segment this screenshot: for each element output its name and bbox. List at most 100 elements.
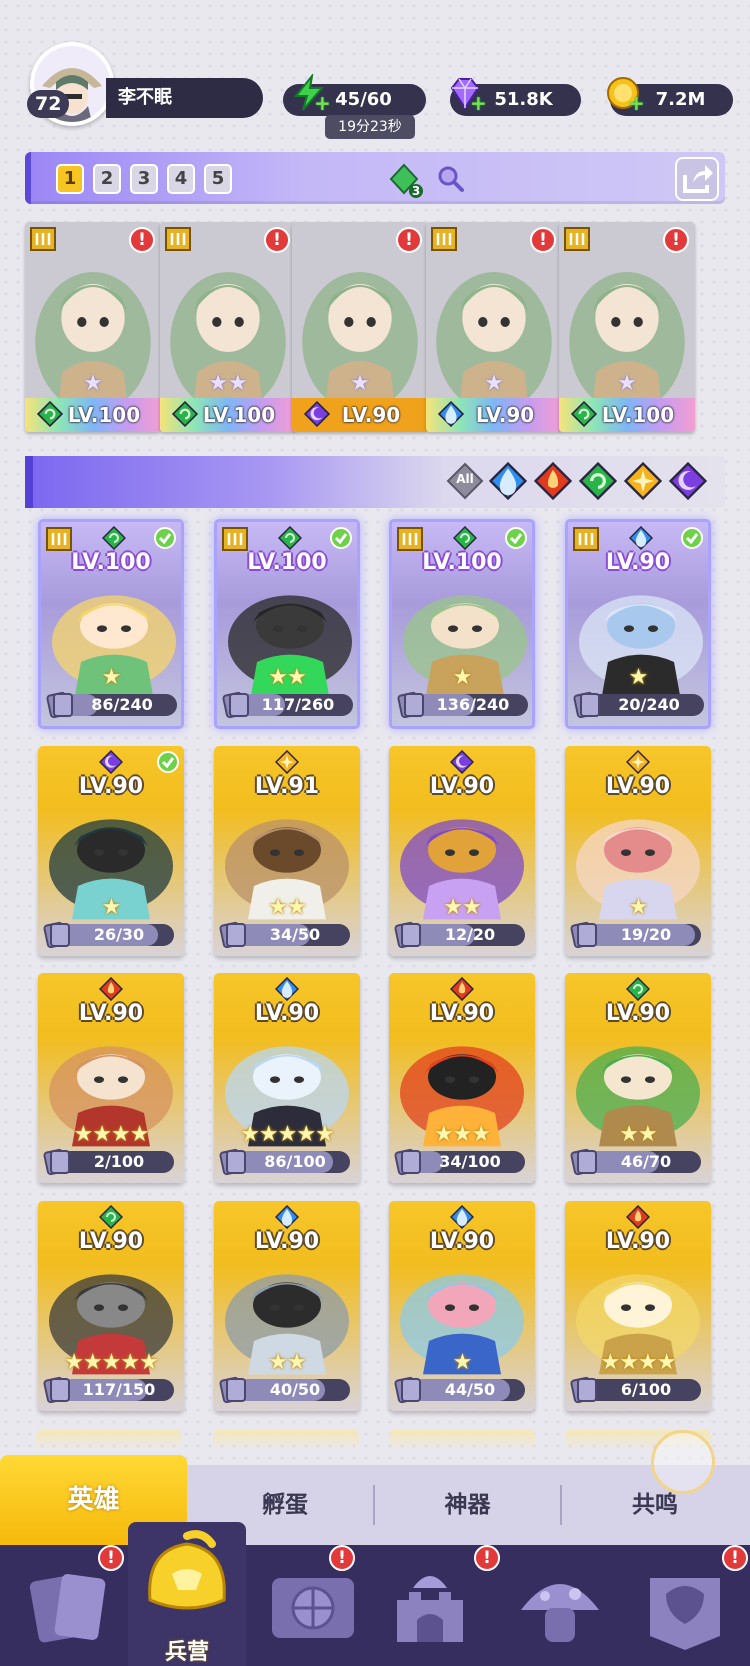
tier-badge-icon <box>571 525 601 553</box>
star-rating: ★★★★ <box>73 1122 150 1147</box>
hero-level: LV.90 <box>605 774 671 799</box>
gem-plus-icon[interactable]: + <box>470 93 487 113</box>
nav-atlas-button[interactable] <box>258 1558 368 1658</box>
shard-card-icon <box>43 1147 71 1177</box>
star-rating: ★★ <box>619 1122 657 1147</box>
wind-element-icon <box>36 400 64 428</box>
hero-card[interactable]: LV.90 ★★★ 34/100 <box>389 973 535 1183</box>
hero-card[interactable]: LV.91 ★★ 34/50 <box>214 746 360 956</box>
alert-icon: ! <box>264 227 290 253</box>
team-slot-3[interactable]: ! ★ LV.90 <box>292 222 428 432</box>
shard-card-icon <box>219 1375 247 1405</box>
dark-element-icon <box>303 400 331 428</box>
alert-icon: ! <box>530 227 556 253</box>
shard-card-icon <box>222 690 250 720</box>
team-tab-4[interactable]: 4 <box>167 164 195 194</box>
hero-card[interactable]: LV.90 ★ 19/20 <box>565 746 711 956</box>
shard-card-icon <box>43 920 71 950</box>
hero-card[interactable]: LV.100 ★★ 117/260 <box>214 519 360 729</box>
energy-bolt-icon[interactable]: + <box>290 72 331 113</box>
team-gem-count: 3 <box>409 184 423 198</box>
in-team-check-icon <box>154 527 176 549</box>
shard-card-icon <box>219 920 247 950</box>
shard-card-icon <box>46 690 74 720</box>
team-tab-5[interactable]: 5 <box>204 164 232 194</box>
nav-guild-button[interactable] <box>630 1558 740 1658</box>
purple-gem-icon[interactable]: + <box>446 74 487 113</box>
star-rating: ★ <box>83 371 103 396</box>
hero-card[interactable]: LV.90 ★ 44/50 <box>389 1201 535 1411</box>
barracks-helmet-icon <box>148 1530 226 1610</box>
filter-dark-icon[interactable] <box>668 461 708 501</box>
wind-element-icon <box>277 525 303 551</box>
tier-badge-icon <box>44 525 74 553</box>
energy-plus-icon[interactable]: + <box>314 93 331 113</box>
nav-cards-button[interactable] <box>14 1558 124 1658</box>
filter-fire-icon[interactable] <box>533 461 573 501</box>
filter-wind-icon[interactable] <box>578 461 618 501</box>
hero-card[interactable]: LV.100 ★ 86/240 <box>38 519 184 729</box>
player-name: 李不眠 <box>106 78 263 118</box>
team-gem-icon[interactable]: 3 <box>387 162 423 198</box>
filter-all-button[interactable]: All <box>446 462 484 500</box>
star-rating: ★ <box>628 895 649 920</box>
hero-level: LV.90 <box>78 1001 144 1026</box>
team-tab-2[interactable]: 2 <box>93 164 121 194</box>
nav-mushroom-button[interactable] <box>505 1558 615 1658</box>
gold-coin-icon[interactable]: + <box>604 74 645 113</box>
hero-level: LV.90 <box>429 774 495 799</box>
light-element-icon <box>625 749 651 775</box>
filter-light-icon[interactable] <box>623 461 663 501</box>
star-rating: ★ <box>452 1350 473 1375</box>
team-tab-3[interactable]: 3 <box>130 164 158 194</box>
nav-castle-alert: ! <box>474 1545 500 1571</box>
castle-icon <box>397 1576 463 1642</box>
star-rating: ★ <box>101 895 122 920</box>
team-slot-5[interactable]: ! ★ LV.100 <box>559 222 695 432</box>
hero-card[interactable]: LV.90 ★★ 12/20 <box>389 746 535 956</box>
nav-barracks-button[interactable] <box>132 1530 242 1630</box>
hero-card[interactable]: LV.90 ★★★★ 6/100 <box>565 1201 711 1411</box>
star-rating: ★★ <box>208 371 248 396</box>
hero-level: LV.100 <box>71 550 151 575</box>
tab-divider <box>373 1485 375 1525</box>
filter-bar <box>25 456 725 508</box>
in-team-check-icon <box>157 751 179 773</box>
in-team-check-icon <box>681 527 703 549</box>
share-icon[interactable] <box>675 157 719 201</box>
shard-card-icon <box>570 920 598 950</box>
filter-all-label: All <box>456 472 474 486</box>
gold-plus-icon[interactable]: + <box>628 93 645 113</box>
hero-card[interactable]: LV.90 ★★★★★ 117/150 <box>38 1201 184 1411</box>
nav-cards-alert: ! <box>98 1545 124 1571</box>
star-rating: ★★ <box>443 895 481 920</box>
star-rating: ★ <box>628 665 649 690</box>
floating-compass-button[interactable] <box>651 1430 715 1494</box>
tier-badge-icon <box>395 525 425 553</box>
team-slot-2[interactable]: ! ★★ LV.100 <box>160 222 296 432</box>
hero-card[interactable]: LV.90 ★★★★ 2/100 <box>38 973 184 1183</box>
water-element-icon <box>628 525 654 551</box>
star-rating: ★★ <box>268 895 306 920</box>
hero-level: LV.91 <box>254 774 320 799</box>
team-slot-1[interactable]: ! ★ LV.100 <box>25 222 161 432</box>
hero-card[interactable]: LV.90 ★★ 46/70 <box>565 973 711 1183</box>
tab-artifact[interactable]: 神器 <box>380 1465 555 1545</box>
hero-card[interactable]: LV.90 ★★★★★ 86/100 <box>214 973 360 1183</box>
hero-card[interactable]: LV.90 ★ 26/30 <box>38 746 184 956</box>
hero-level: LV.90 <box>429 1229 495 1254</box>
hero-card[interactable]: LV.90 ★★ 40/50 <box>214 1201 360 1411</box>
nav-castle-button[interactable] <box>375 1558 485 1658</box>
mushroom-icon <box>521 1584 599 1642</box>
team-slot-4[interactable]: ! ★ LV.90 <box>426 222 562 432</box>
water-element-icon <box>274 976 300 1002</box>
magnifier-icon[interactable] <box>436 164 466 194</box>
nav-guild-alert: ! <box>722 1545 748 1571</box>
filter-water-icon[interactable] <box>488 461 528 501</box>
wind-element-icon <box>171 400 199 428</box>
team-tab-1[interactable]: 1 <box>56 164 84 194</box>
hero-card[interactable]: LV.90 ★ 20/240 <box>565 519 711 729</box>
hero-level: LV.100 <box>247 550 327 575</box>
wind-element-icon <box>452 525 478 551</box>
hero-card[interactable]: LV.100 ★ 136/240 <box>389 519 535 729</box>
